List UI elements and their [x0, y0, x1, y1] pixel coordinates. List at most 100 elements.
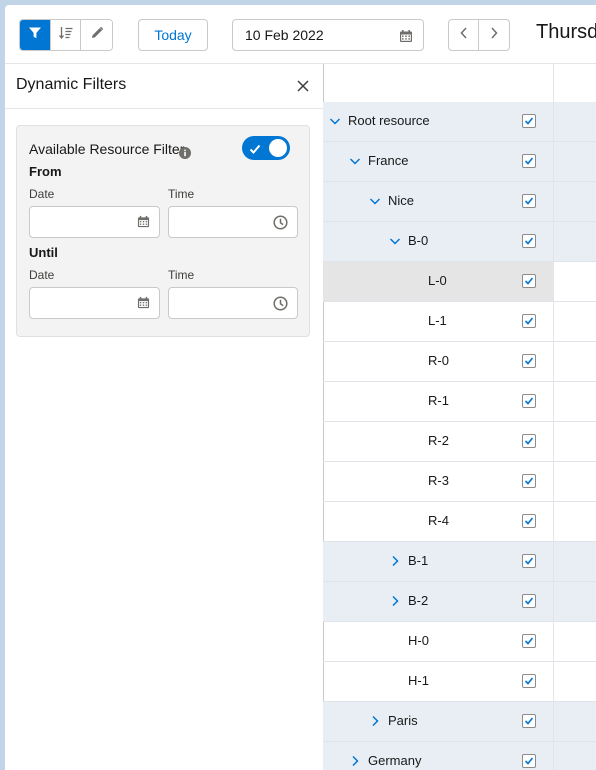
tree-header: [323, 63, 553, 104]
filter-button[interactable]: [20, 20, 51, 50]
chevron-down-icon[interactable]: [369, 194, 381, 212]
filter-icon: [28, 26, 42, 45]
tree-row[interactable]: R-3: [323, 462, 596, 502]
from-date-input[interactable]: [29, 206, 160, 238]
tree-row[interactable]: L-1: [323, 302, 596, 342]
resource-checkbox[interactable]: [522, 234, 536, 248]
tree-row[interactable]: France: [323, 142, 596, 182]
tree-row-label: R-2: [428, 433, 449, 448]
tree-row-label: Root resource: [348, 113, 430, 128]
tree-row[interactable]: Paris: [323, 702, 596, 742]
toggle-knob: [269, 139, 287, 157]
resource-checkbox[interactable]: [522, 754, 536, 768]
chevron-down-icon[interactable]: [349, 154, 361, 172]
available-resource-toggle[interactable]: [242, 136, 290, 160]
tree-row-label: B-1: [408, 553, 429, 568]
tree-row[interactable]: Nice: [323, 182, 596, 222]
tree-row[interactable]: R-2: [323, 422, 596, 462]
pencil-icon: [90, 26, 104, 45]
edit-button[interactable]: [81, 20, 112, 50]
resource-checkbox[interactable]: [522, 394, 536, 408]
sort-icon: [58, 26, 74, 45]
clock-icon[interactable]: [273, 296, 288, 316]
until-date-input[interactable]: [29, 287, 160, 319]
check-icon: [249, 142, 261, 160]
resource-checkbox[interactable]: [522, 714, 536, 728]
tree-row-label: Germany: [368, 753, 422, 768]
calendar-icon[interactable]: [137, 296, 150, 314]
chevron-right-icon[interactable]: [369, 714, 381, 732]
resource-checkbox[interactable]: [522, 194, 536, 208]
tree-row[interactable]: R-0: [323, 342, 596, 382]
chevron-right-icon: [489, 26, 499, 45]
from-time-input[interactable]: [168, 206, 298, 238]
resource-checkbox[interactable]: [522, 634, 536, 648]
until-time-input[interactable]: [168, 287, 298, 319]
chevron-right-icon[interactable]: [349, 754, 361, 770]
tree-row[interactable]: L-0: [323, 262, 596, 302]
tree-row-label: H-0: [408, 633, 429, 648]
resource-checkbox[interactable]: [522, 114, 536, 128]
timeline-header: [553, 63, 596, 104]
date-navigation: [448, 19, 510, 51]
tree-row-label: R-1: [428, 393, 449, 408]
tree-row[interactable]: H-0: [323, 622, 596, 662]
chevron-down-icon[interactable]: [329, 114, 341, 132]
tree-row[interactable]: H-1: [323, 662, 596, 702]
tree-row-label: Nice: [388, 193, 415, 208]
tree-row[interactable]: R-4: [323, 502, 596, 542]
clock-icon[interactable]: [273, 215, 288, 235]
until-section-label: Until: [29, 245, 58, 260]
scheduler-app: Today 10 Feb 2022 Thursd Dynamic Filters…: [5, 5, 596, 770]
toolbar: Today 10 Feb 2022 Thursd: [5, 5, 596, 63]
tree-row-label: L-0: [428, 273, 447, 288]
tree-row-label: H-1: [408, 673, 429, 688]
calendar-icon[interactable]: [399, 29, 413, 46]
from-section-label: From: [29, 164, 62, 179]
dynamic-filters-panel: Dynamic Filters Available Resource Filte…: [5, 63, 324, 770]
calendar-icon[interactable]: [137, 215, 150, 233]
tree-row[interactable]: R-1: [323, 382, 596, 422]
panel-header: Dynamic Filters: [5, 64, 323, 109]
resource-checkbox[interactable]: [522, 474, 536, 488]
view-button-group: [19, 19, 113, 51]
previous-button[interactable]: [449, 20, 479, 50]
date-value: 10 Feb 2022: [245, 27, 324, 43]
resource-tree: Root resource France Nice B-0 L-0 L-1 R-…: [323, 63, 596, 770]
available-resource-filter-label: Available Resource Filter: [29, 141, 185, 157]
resource-checkbox[interactable]: [522, 154, 536, 168]
sort-button[interactable]: [50, 20, 82, 50]
tree-row-label: B-0: [408, 233, 429, 248]
chevron-left-icon: [459, 26, 469, 45]
until-time-label: Time: [168, 268, 195, 282]
close-icon[interactable]: [297, 79, 309, 97]
info-icon[interactable]: [179, 146, 191, 164]
resource-checkbox[interactable]: [522, 514, 536, 528]
chevron-right-icon[interactable]: [389, 594, 401, 612]
resource-checkbox[interactable]: [522, 434, 536, 448]
tree-row-label: France: [368, 153, 409, 168]
from-time-label: Time: [168, 187, 195, 201]
today-button[interactable]: Today: [138, 19, 208, 51]
tree-row[interactable]: B-0: [323, 222, 596, 262]
chevron-right-icon[interactable]: [389, 554, 401, 572]
chevron-down-icon[interactable]: [389, 234, 401, 252]
resource-checkbox[interactable]: [522, 594, 536, 608]
tree-row-label: L-1: [428, 313, 447, 328]
resource-checkbox[interactable]: [522, 354, 536, 368]
until-date-label: Date: [29, 268, 55, 282]
tree-row-label: R-3: [428, 473, 449, 488]
tree-row[interactable]: B-2: [323, 582, 596, 622]
resource-checkbox[interactable]: [522, 674, 536, 688]
tree-row[interactable]: Germany: [323, 742, 596, 770]
from-date-label: Date: [29, 187, 55, 201]
tree-row[interactable]: Root resource: [323, 102, 596, 142]
date-picker-input[interactable]: 10 Feb 2022: [232, 19, 424, 51]
resource-checkbox[interactable]: [522, 554, 536, 568]
next-button[interactable]: [479, 20, 509, 50]
resource-checkbox[interactable]: [522, 274, 536, 288]
resource-checkbox[interactable]: [522, 314, 536, 328]
tree-row[interactable]: B-1: [323, 542, 596, 582]
tree-row-label: Paris: [388, 713, 418, 728]
tree-row-label: R-4: [428, 513, 449, 528]
